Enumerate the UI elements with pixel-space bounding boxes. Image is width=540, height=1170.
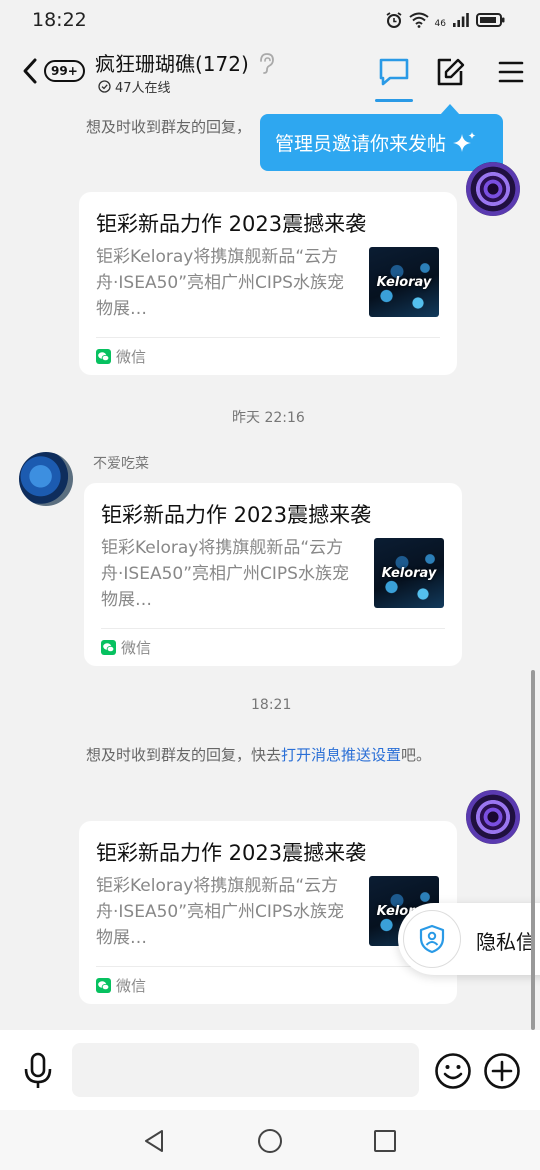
card-divider bbox=[96, 337, 440, 338]
system-nav-bar bbox=[0, 1110, 540, 1170]
card-divider bbox=[96, 966, 440, 967]
active-tab-indicator bbox=[375, 99, 413, 102]
shared-article-card[interactable]: 钜彩新品力作 2023震撼来袭 钜彩Keloray将携旗舰新品“云方舟·ISEA… bbox=[84, 483, 462, 666]
chat-header: 99+ 疯狂珊瑚礁(172) 47人在线 bbox=[0, 40, 540, 104]
nav-back-icon[interactable] bbox=[140, 1126, 170, 1156]
avatar[interactable] bbox=[19, 452, 73, 506]
status-bar: 18:22 46 bbox=[0, 0, 540, 40]
unread-badge[interactable]: 99+ bbox=[44, 60, 85, 82]
timestamp: 18:21 bbox=[251, 697, 292, 713]
card-description: 钜彩Keloray将携旗舰新品“云方舟·ISEA50”亮相广州CIPS水族宠物展… bbox=[101, 538, 349, 610]
post-button[interactable] bbox=[432, 54, 468, 90]
card-divider bbox=[101, 628, 445, 629]
network-label: 46 bbox=[434, 19, 446, 29]
invite-post-tooltip[interactable]: 管理员邀请你来发帖 bbox=[260, 114, 503, 171]
online-status[interactable]: 47人在线 bbox=[98, 77, 171, 96]
avatar[interactable] bbox=[466, 790, 520, 844]
chevron-left-icon[interactable] bbox=[18, 56, 42, 86]
menu-icon bbox=[498, 61, 524, 83]
sender-name[interactable]: 不爱吃菜 bbox=[93, 453, 149, 473]
edit-icon bbox=[437, 58, 465, 86]
status-icons: 46 bbox=[385, 11, 506, 29]
group-title-text: 疯狂珊瑚礁(172) bbox=[95, 52, 249, 76]
nav-home-icon[interactable] bbox=[255, 1126, 285, 1156]
shared-article-card[interactable]: 钜彩新品力作 2023震撼来袭 钜彩Keloray将携旗舰新品“云方舟·ISEA… bbox=[79, 821, 457, 1004]
sparkle-icon bbox=[453, 131, 476, 152]
online-count: 47人在线 bbox=[115, 81, 171, 96]
message-input[interactable] bbox=[72, 1043, 419, 1097]
card-source: 微信 bbox=[96, 346, 146, 367]
wechat-icon bbox=[96, 349, 111, 364]
shield-user-icon bbox=[419, 924, 445, 954]
push-settings-notice: 想及时收到群友的回复，快去打开消息推送设置吧。 bbox=[86, 744, 431, 765]
group-title[interactable]: 疯狂珊瑚礁(172) bbox=[95, 48, 275, 77]
scrollbar[interactable] bbox=[531, 670, 535, 1030]
card-source-label: 微信 bbox=[116, 348, 147, 366]
card-title: 钜彩新品力作 2023震撼来袭 bbox=[96, 841, 367, 865]
avatar[interactable] bbox=[466, 162, 520, 216]
wechat-icon bbox=[101, 640, 116, 655]
card-title: 钜彩新品力作 2023震撼来袭 bbox=[101, 503, 372, 527]
status-time: 18:22 bbox=[32, 9, 87, 31]
alarm-icon bbox=[386, 12, 402, 28]
plus-icon[interactable] bbox=[483, 1052, 521, 1090]
system-notice-top: 想及时收到群友的回复， bbox=[86, 118, 252, 136]
card-description: 钜彩Keloray将携旗舰新品“云方舟·ISEA50”亮相广州CIPS水族宠物展… bbox=[96, 247, 344, 319]
nav-recents-icon[interactable] bbox=[370, 1126, 400, 1156]
wechat-icon bbox=[96, 978, 111, 993]
thumbnail-logo: Keloray bbox=[376, 274, 432, 290]
signal-icon bbox=[453, 13, 469, 27]
battery-icon bbox=[476, 13, 505, 27]
input-bar bbox=[0, 1030, 540, 1110]
ear-icon[interactable] bbox=[257, 52, 275, 74]
menu-button[interactable] bbox=[493, 54, 529, 90]
notice-prefix: 想及时收到群友的回复，快去 bbox=[86, 746, 282, 764]
card-source-label: 微信 bbox=[116, 977, 147, 995]
online-check-icon bbox=[98, 80, 111, 93]
thumbnail-logo: Keloray bbox=[381, 565, 437, 581]
card-thumbnail: Keloray bbox=[374, 538, 444, 608]
card-source: 微信 bbox=[101, 637, 151, 658]
privacy-message-button[interactable]: 隐私信 bbox=[398, 903, 540, 975]
privacy-icon-circle bbox=[403, 910, 461, 968]
emoji-icon[interactable] bbox=[434, 1052, 472, 1090]
card-description: 钜彩Keloray将携旗舰新品“云方舟·ISEA50”亮相广州CIPS水族宠物展… bbox=[96, 876, 344, 948]
mic-icon[interactable] bbox=[22, 1052, 54, 1090]
tooltip-text: 管理员邀请你来发帖 bbox=[275, 133, 447, 155]
card-thumbnail: Keloray bbox=[369, 247, 439, 317]
notice-suffix: 吧。 bbox=[401, 746, 432, 764]
wifi-icon bbox=[408, 12, 429, 28]
card-source: 微信 bbox=[96, 975, 146, 996]
chat-bubble-icon bbox=[379, 58, 409, 86]
card-title: 钜彩新品力作 2023震撼来袭 bbox=[96, 212, 367, 236]
shared-article-card[interactable]: 钜彩新品力作 2023震撼来袭 钜彩Keloray将携旗舰新品“云方舟·ISEA… bbox=[79, 192, 457, 375]
card-source-label: 微信 bbox=[121, 639, 152, 657]
chat-tab-button[interactable] bbox=[376, 54, 412, 90]
timestamp: 昨天 22:16 bbox=[232, 410, 305, 426]
privacy-label: 隐私信 bbox=[476, 930, 536, 954]
push-settings-link[interactable]: 打开消息推送设置 bbox=[281, 746, 401, 764]
